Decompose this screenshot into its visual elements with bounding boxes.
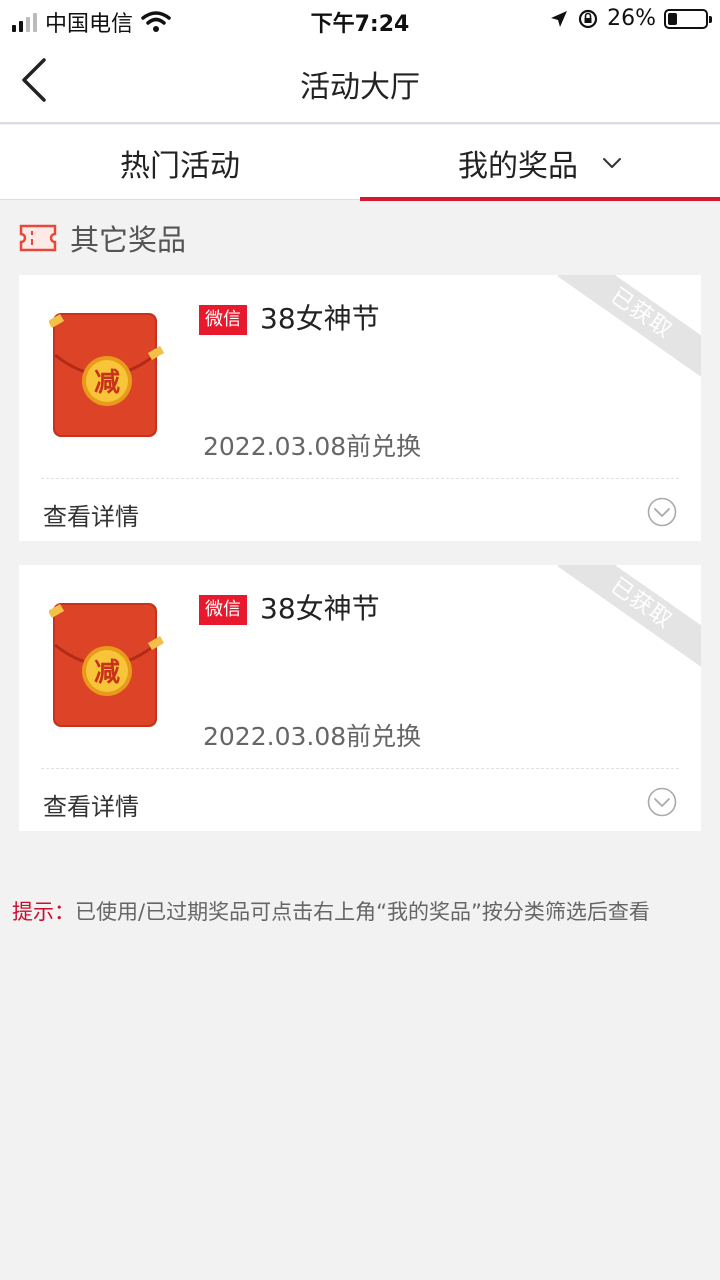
envelope-char: 减 — [94, 368, 120, 398]
section-title: 其它奖品 — [70, 223, 187, 257]
location-arrow-icon — [551, 10, 568, 27]
card-divider — [41, 478, 679, 479]
prize-card: 减 微信 38女神节 2022.03.08前兑换 已获取 查看详情 — [19, 275, 701, 541]
red-envelope-icon: 减 — [49, 313, 165, 437]
source-tag: 微信 — [199, 305, 247, 335]
envelope-char: 减 — [94, 658, 120, 688]
prize-expire-date: 2022.03.08前兑换 — [203, 722, 422, 751]
red-envelope-icon: 减 — [49, 603, 165, 727]
tip-label: 提示： — [12, 900, 75, 924]
chevron-down-icon — [603, 157, 621, 168]
prize-expire-date: 2022.03.08前兑换 — [203, 432, 422, 461]
tab-label: 热门活动 — [120, 148, 240, 184]
tab-hot-activities[interactable]: 热门活动 — [0, 125, 360, 200]
source-tag: 微信 — [199, 595, 247, 625]
status-bar: 中国电信 下午7:24 26% — [0, 0, 720, 40]
status-right: 26% — [549, 6, 712, 31]
status-ribbon: 已获取 — [557, 565, 701, 670]
prize-title: 38女神节 — [260, 302, 380, 335]
view-details-link[interactable]: 查看详情 — [43, 497, 139, 532]
rotation-lock-icon — [578, 9, 598, 28]
section-header: 其它奖品 — [18, 218, 186, 258]
tip-message: 已使用/已过期奖品可点击右上角“我的奖品”按分类筛选后查看 — [75, 900, 650, 924]
tab-label: 我的奖品 — [458, 148, 578, 184]
tab-bar: 热门活动 我的奖品 — [0, 125, 720, 201]
expand-circle-icon[interactable] — [647, 787, 677, 817]
prize-card: 减 微信 38女神节 2022.03.08前兑换 已获取 查看详情 — [19, 565, 701, 831]
nav-bar: 活动大厅 — [0, 40, 720, 124]
view-details-link[interactable]: 查看详情 — [43, 787, 139, 822]
expand-circle-icon[interactable] — [647, 497, 677, 527]
page-title: 活动大厅 — [300, 70, 420, 105]
card-divider — [41, 768, 679, 769]
status-ribbon: 已获取 — [557, 275, 701, 380]
ticket-icon — [19, 224, 57, 252]
battery-percent: 26% — [607, 6, 656, 31]
tip-text: 提示：已使用/已过期奖品可点击右上角“我的奖品”按分类筛选后查看 — [12, 896, 650, 926]
battery-icon — [664, 8, 712, 29]
prize-title: 38女神节 — [260, 592, 380, 625]
tab-my-prizes[interactable]: 我的奖品 — [360, 125, 720, 201]
